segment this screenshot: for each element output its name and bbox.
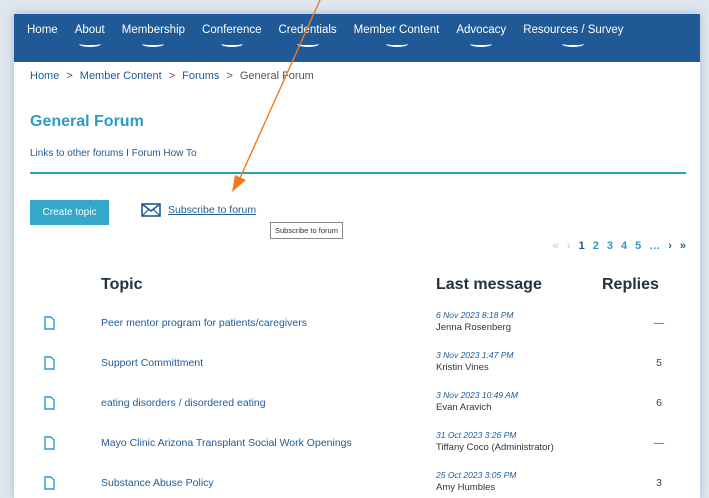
last-message-author: Tiffany Coco (Administrator) bbox=[436, 442, 554, 453]
last-message-column-header: Last message bbox=[436, 276, 542, 293]
replies-column-header: Replies bbox=[602, 276, 659, 293]
topic-link[interactable]: Substance Abuse Policy bbox=[101, 477, 214, 489]
last-message-author: Kristin Vines bbox=[436, 362, 489, 373]
reply-count: 3 bbox=[656, 477, 662, 489]
last-message-date[interactable]: 31 Oct 2023 3:26 PM bbox=[436, 430, 516, 440]
breadcrumb-separator: > bbox=[66, 70, 73, 82]
page-ellipsis: … bbox=[649, 240, 661, 252]
reply-count: 6 bbox=[656, 397, 662, 409]
table-row: eating disorders / disordered eating 3 No… bbox=[14, 384, 700, 424]
document-icon bbox=[44, 316, 55, 330]
table-row: Support Committment 3 Nov 2023 1:47 PM Kri… bbox=[14, 344, 700, 384]
table-row: Mayo Clinic Arizona Transplant Social Wo… bbox=[14, 424, 700, 464]
nav-swoosh-icon bbox=[562, 41, 585, 47]
last-message-date[interactable]: 3 Nov 2023 1:47 PM bbox=[436, 350, 514, 360]
topic-link[interactable]: Mayo Clinic Arizona Transplant Social Wo… bbox=[101, 437, 352, 449]
page-4[interactable]: 4 bbox=[621, 240, 627, 252]
first-page-button[interactable]: « bbox=[553, 240, 559, 252]
breadcrumb-separator: > bbox=[168, 70, 176, 82]
nav-item-about[interactable]: About bbox=[75, 14, 105, 47]
nav-item-home[interactable]: Home bbox=[27, 14, 58, 36]
page-2[interactable]: 2 bbox=[593, 240, 599, 252]
breadcrumb-member-content[interactable]: Member Content bbox=[80, 70, 162, 82]
last-message-author: Amy Humbles bbox=[436, 482, 496, 493]
prev-page-button[interactable]: ‹ bbox=[567, 240, 571, 252]
forum-links[interactable]: Links to other forums I Forum How To bbox=[30, 148, 197, 159]
topic-link[interactable]: Peer mentor program for patients/caregiv… bbox=[101, 317, 307, 329]
mail-icon bbox=[141, 203, 161, 217]
document-icon bbox=[44, 396, 55, 410]
create-topic-button[interactable]: Create topic bbox=[30, 200, 109, 225]
nav-item-conference[interactable]: Conference bbox=[202, 14, 262, 47]
last-message-date[interactable]: 25 Oct 2023 3:05 PM bbox=[436, 470, 516, 480]
nav-swoosh-icon bbox=[142, 41, 165, 47]
nav-item-credentials[interactable]: Credentials bbox=[279, 14, 337, 47]
nav-item-label: Advocacy bbox=[456, 24, 507, 36]
topic-link[interactable]: eating disorders / disordered eating bbox=[101, 397, 266, 409]
browser-page: Home About Membership Conference Credentials… bbox=[14, 14, 700, 498]
page-3[interactable]: 3 bbox=[607, 240, 613, 252]
nav-item-member-content[interactable]: Member Content bbox=[353, 14, 440, 47]
document-icon bbox=[44, 356, 55, 370]
topic-link[interactable]: Support Committment bbox=[101, 357, 203, 369]
document-icon bbox=[44, 436, 55, 450]
last-message-author: Evan Aravich bbox=[436, 402, 492, 413]
nav-item-label: Membership bbox=[121, 24, 186, 36]
nav-swoosh-icon bbox=[470, 41, 493, 47]
nav-item-resources-survey[interactable]: Resources / Survey bbox=[523, 14, 624, 47]
last-message-date[interactable]: 3 Nov 2023 10:49 AM bbox=[436, 390, 518, 400]
breadcrumb-separator: > bbox=[226, 70, 233, 82]
title-divider bbox=[30, 172, 686, 174]
topic-column-header: Topic bbox=[101, 276, 143, 293]
breadcrumb-current: General Forum bbox=[239, 70, 314, 82]
breadcrumb-home[interactable]: Home bbox=[30, 70, 59, 82]
page-5[interactable]: 5 bbox=[635, 240, 641, 252]
subscribe-label: Subscribe to forum bbox=[168, 204, 257, 216]
breadcrumb-forums[interactable]: Forums bbox=[182, 70, 219, 82]
nav-item-label: Home bbox=[27, 24, 58, 36]
reply-count: — bbox=[653, 437, 665, 449]
nav-item-label: Credentials bbox=[278, 24, 337, 36]
last-message-date[interactable]: 6 Nov 2023 8:18 PM bbox=[436, 310, 514, 320]
breadcrumb: Home > Member Content > Forums > General… bbox=[30, 70, 314, 82]
nav-swoosh-icon bbox=[220, 41, 243, 47]
subscribe-tooltip: Subscribe to forum bbox=[270, 222, 343, 239]
page-title: General Forum bbox=[30, 113, 144, 130]
main-navigation: Home About Membership Conference Credentials… bbox=[14, 14, 700, 62]
nav-item-label: About bbox=[74, 24, 105, 36]
last-message-author: Jenna Rosenberg bbox=[436, 322, 511, 333]
document-icon bbox=[44, 476, 55, 490]
nav-item-membership[interactable]: Membership bbox=[122, 14, 185, 47]
table-row: Peer mentor program for patients/caregiv… bbox=[14, 304, 700, 344]
pagination: « ‹ 1 2 3 4 5 … › » bbox=[553, 240, 686, 252]
page-1[interactable]: 1 bbox=[579, 240, 585, 252]
next-page-button[interactable]: › bbox=[668, 240, 672, 252]
nav-swoosh-icon bbox=[385, 41, 408, 47]
nav-swoosh-icon bbox=[78, 41, 101, 47]
nav-swoosh-icon bbox=[296, 41, 319, 47]
last-page-button[interactable]: » bbox=[680, 240, 686, 252]
nav-item-label: Resources / Survey bbox=[523, 24, 624, 36]
nav-item-label: Member Content bbox=[353, 24, 440, 36]
subscribe-to-forum-link[interactable]: Subscribe to forum bbox=[141, 203, 256, 217]
reply-count: — bbox=[653, 317, 665, 329]
table-row: Substance Abuse Policy 25 Oct 2023 3:05 P… bbox=[14, 464, 700, 498]
nav-item-label: Conference bbox=[202, 24, 262, 36]
nav-item-advocacy[interactable]: Advocacy bbox=[456, 14, 506, 47]
reply-count: 5 bbox=[656, 357, 662, 369]
